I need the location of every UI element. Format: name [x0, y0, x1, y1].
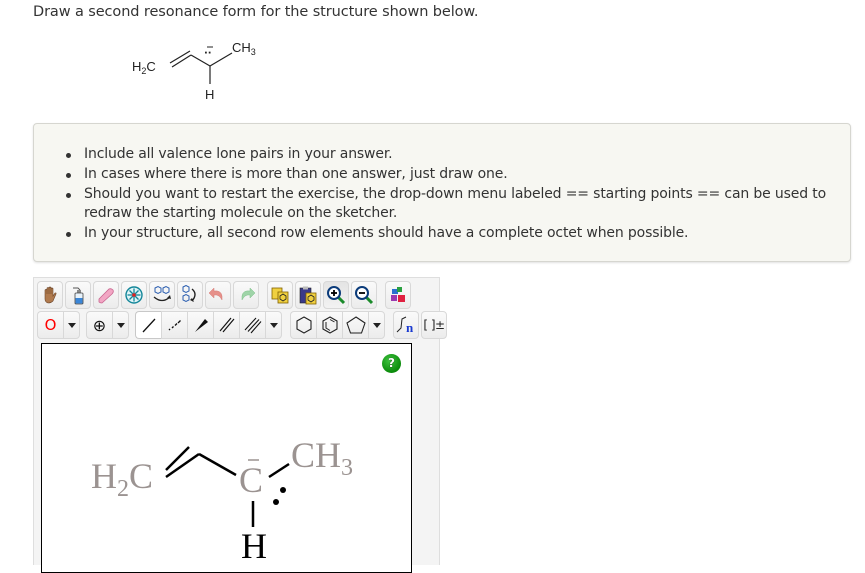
- sgroup-button[interactable]: n: [393, 311, 419, 339]
- wedge-bond-icon: [194, 319, 208, 332]
- chevron-down-icon: [116, 322, 125, 328]
- single-bond-icon: [142, 318, 155, 333]
- zoom-out-button[interactable]: [351, 281, 377, 309]
- charge-dropdown-button[interactable]: [112, 311, 129, 339]
- charge-button[interactable]: ⊕: [86, 311, 112, 339]
- toolbar-row-1: [37, 281, 413, 309]
- paste-icon: [299, 286, 317, 305]
- ring-dropdown-button[interactable]: [368, 311, 385, 339]
- clear-button[interactable]: [65, 281, 91, 309]
- center-molecule-icon: [125, 286, 143, 304]
- instructions-panel: Include all valence lone pairs in your a…: [33, 123, 851, 262]
- zoom-in-button[interactable]: [323, 281, 349, 309]
- toolbar-row-2: O ⊕ n []±: [37, 311, 449, 339]
- cyclopentane-button[interactable]: [342, 311, 368, 339]
- prompt-text: Draw a second resonance form for the str…: [33, 4, 479, 20]
- molecule-sketcher: O ⊕ n []± ? H2C C CH3 H: [33, 277, 447, 573]
- h-label: H: [205, 87, 214, 102]
- ch3-label: CH3: [232, 40, 256, 57]
- sgroup-icon: n: [396, 316, 414, 335]
- h2c-group-label: H2C: [91, 456, 153, 502]
- instruction-item: In cases where there is more than one an…: [66, 165, 834, 185]
- h2c-label: H2C: [132, 59, 156, 76]
- center-button[interactable]: [121, 281, 147, 309]
- wash-bottle-icon: [73, 287, 84, 305]
- instruction-item: Include all valence lone pairs in your a…: [66, 145, 834, 165]
- instructions-list: Include all valence lone pairs in your a…: [66, 145, 834, 244]
- question-structure: H2C ·· CH3 H: [132, 40, 256, 102]
- lone-pair: ··: [204, 48, 212, 59]
- rotate-icon: [182, 285, 196, 303]
- redo-button[interactable]: [233, 281, 259, 309]
- zoom-out-icon: [355, 286, 374, 305]
- double-bond-button[interactable]: [213, 311, 239, 339]
- wedge-bond-button[interactable]: [187, 311, 213, 339]
- triple-bond-icon: [244, 317, 261, 334]
- instruction-item: Should you want to restart the exercise,…: [66, 185, 834, 225]
- benzene-button[interactable]: [316, 311, 342, 339]
- paste-button[interactable]: [295, 281, 321, 309]
- flip-icon: [153, 285, 171, 302]
- rotate-button[interactable]: [177, 281, 203, 309]
- hydrogen-label: H: [241, 526, 267, 566]
- cyclohexane-button[interactable]: [290, 311, 316, 339]
- instruction-item: In your structure, all second row elemen…: [66, 224, 834, 244]
- chevron-down-icon: [67, 322, 76, 328]
- double-bond-line-1: [165, 446, 190, 471]
- chevron-down-icon: [269, 322, 278, 328]
- copy-button[interactable]: [267, 281, 293, 309]
- zoom-in-icon: [327, 286, 346, 305]
- move-button[interactable]: [37, 281, 63, 309]
- undo-icon: [208, 287, 223, 301]
- lone-pair-dot-2: [273, 499, 279, 505]
- bracket-button[interactable]: [ ]±: [421, 311, 447, 339]
- cyclopentane-icon: [345, 316, 366, 334]
- redo-icon: [241, 287, 256, 301]
- atom-selector-button[interactable]: O: [37, 311, 63, 339]
- drawn-molecule: H2C C CH3 H: [91, 435, 353, 566]
- svg-text:n: n: [406, 320, 414, 335]
- single-bond-button[interactable]: [135, 311, 161, 339]
- clean-structure-icon: [391, 287, 405, 302]
- dashed-bond-button[interactable]: [161, 311, 187, 339]
- carbanion-label: C: [239, 460, 263, 500]
- eraser-icon: [98, 288, 114, 304]
- lone-pair-dot-1: [280, 487, 286, 493]
- clean-structure-button[interactable]: [385, 281, 411, 309]
- bracket-label: [ ]±: [423, 318, 445, 332]
- bond-to-ch3: [209, 52, 233, 67]
- double-bond-icon: [219, 317, 234, 333]
- bond-dropdown-button[interactable]: [265, 311, 282, 339]
- copy-icon: [271, 287, 289, 304]
- single-bond: [198, 452, 237, 477]
- triple-bond-button[interactable]: [239, 311, 265, 339]
- atom-dropdown-button[interactable]: [63, 311, 80, 339]
- atom-label: O: [44, 316, 57, 334]
- charge-plus-icon: ⊕: [92, 315, 107, 335]
- dashed-bond-icon: [168, 320, 181, 331]
- benzene-icon: [321, 316, 338, 334]
- erase-button[interactable]: [93, 281, 119, 309]
- flip-button[interactable]: [149, 281, 175, 309]
- chevron-down-icon: [372, 322, 381, 328]
- cyclohexane-icon: [295, 316, 312, 334]
- undo-button[interactable]: [205, 281, 231, 309]
- bond-to-ch3: [268, 462, 290, 479]
- drawing-canvas[interactable]: ? H2C C CH3 H: [41, 343, 412, 573]
- ch3-group-label: CH3: [291, 435, 353, 481]
- hand-icon: [44, 286, 57, 304]
- double-bond-line-2: [171, 54, 192, 68]
